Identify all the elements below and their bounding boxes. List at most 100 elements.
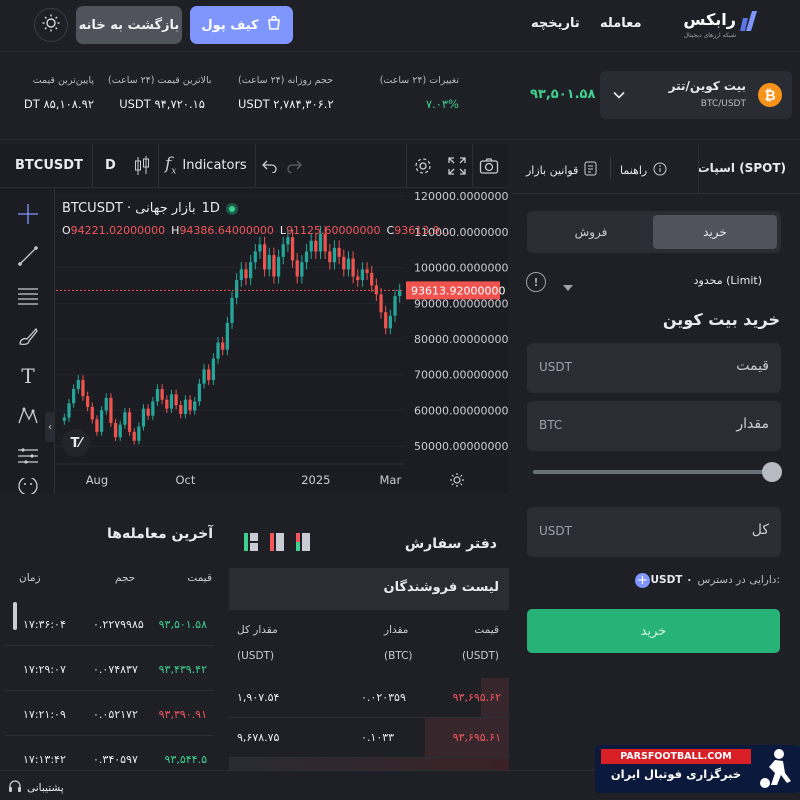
latest-trades-panel: آخرین معامله‌ها قیمت حجم زمان ۹۳,۵۰۱.۵۸ ۰… (5, 506, 225, 781)
camera-icon[interactable] (479, 156, 499, 180)
book-row[interactable]: ۹۳,۶۹۵.۶۲ ۰.۰۲۰۳۵۹ ۱,۹۰۷.۵۴ (229, 678, 509, 718)
support-label: پشتیبانی (27, 781, 64, 794)
back-home-button[interactable]: بازگشت به خانه (76, 6, 182, 44)
pair-symbol: BTC/USDT (700, 99, 746, 109)
ohlc-high: H94386.64000000 (171, 224, 274, 237)
book-row[interactable]: ۹۳,۶۹۵.۶۱ ۰.۱۰۳۳ ۹,۶۷۸.۷۵ (229, 718, 509, 758)
ohlc-low: L91125.60000000 (279, 224, 381, 237)
tab-market-rules[interactable]: قوانین بازار (526, 161, 597, 180)
brush-icon[interactable] (14, 322, 42, 350)
candle-body (62, 417, 66, 421)
order-type-select[interactable]: محدود (Limit) (694, 274, 762, 287)
deposit-plus-icon[interactable]: + (635, 573, 650, 588)
tab-spot[interactable]: اسپات (SPOT) (698, 161, 786, 175)
chart-symbol-button[interactable]: BTCUSDT (15, 158, 83, 173)
redo-icon[interactable] (286, 158, 302, 177)
candle-body (123, 412, 127, 425)
interval-button[interactable]: D (105, 158, 116, 173)
candle-body (132, 431, 136, 441)
wallet-button[interactable]: کیف پول (190, 6, 293, 44)
text-tool-icon[interactable]: T (14, 362, 42, 390)
candle-body (300, 262, 304, 277)
theme-toggle-button[interactable] (34, 8, 68, 42)
low-price-label: پایین‌ترین قیمت (32, 75, 94, 86)
book-amount: ۰.۱۰۳۳ (361, 731, 395, 744)
candle-body (290, 237, 295, 261)
sellers-title: لیست فروشندگان (383, 580, 499, 595)
candle-body (207, 369, 211, 381)
x-tick-label: Aug (86, 473, 108, 487)
candle-body (244, 269, 248, 279)
trade-tabs: اسپات (SPOT) راهنما قوانین بازار (512, 144, 800, 194)
total-field-unit: USDT (539, 524, 572, 538)
watermark-text: PARSFOOTBALL.COM (601, 749, 751, 764)
fib-levels-icon[interactable] (14, 282, 42, 310)
indicators-button[interactable]: fx Indicators (165, 154, 247, 176)
candle-body (332, 247, 337, 263)
undo-icon[interactable] (262, 158, 278, 177)
tradingview-logo-icon[interactable]: T⁄ (62, 429, 90, 457)
trade-time: ۱۷:۱۳:۴۲ (23, 753, 66, 766)
candle-body (72, 389, 76, 404)
candle-body (90, 406, 94, 420)
submit-buy-button[interactable]: خرید (527, 609, 780, 653)
sell-tab[interactable]: فروش (531, 215, 651, 249)
candle-body (197, 383, 202, 402)
crosshair-icon[interactable] (14, 200, 42, 228)
ohlc-open: O94221.02000000 (62, 224, 166, 237)
amount-slider-track[interactable] (533, 470, 765, 474)
tab-guide[interactable]: راهنما (620, 161, 667, 180)
order-info-icon[interactable]: ! (526, 272, 546, 292)
chart-settings-icon[interactable] (449, 472, 465, 492)
total-field[interactable]: کل USDT (527, 507, 781, 557)
buy-tab[interactable]: خرید (653, 215, 777, 249)
book-view-buy-icon[interactable] (296, 533, 310, 555)
book-view-both-icon[interactable] (244, 533, 258, 555)
book-view-sell-icon[interactable] (270, 533, 284, 555)
candle-body (267, 255, 271, 270)
support-link[interactable]: پشتیبانی (8, 778, 64, 797)
header-time: زمان (19, 572, 41, 584)
fullscreen-icon[interactable] (447, 156, 467, 180)
book-header-amount: مقدار (384, 624, 409, 636)
candle-body (230, 297, 234, 323)
candle-body (202, 369, 206, 384)
logo-text: رابکس (683, 10, 736, 29)
candle-body (221, 342, 225, 350)
trades-scrollbar[interactable] (13, 602, 17, 630)
pattern-icon[interactable] (14, 402, 42, 430)
book-view-toggles (244, 533, 310, 555)
candle-body (85, 396, 90, 407)
gear-icon[interactable] (413, 156, 433, 180)
emoji-icon[interactable] (14, 478, 42, 494)
toolbar-divider (158, 144, 159, 188)
ohlc-close: C93613.9... (386, 224, 451, 237)
high-price-value: USDT ۹۴,۷۲۰.۱۵ (119, 97, 205, 111)
watermark-badge: PARSFOOTBALL.COM خبرگزاری فوتبال ایران (595, 745, 800, 793)
caret-down-icon[interactable] (563, 277, 573, 296)
high-price-label: بالاترین قیمت (۲۴ ساعت) (108, 75, 212, 86)
candle-body (351, 258, 355, 277)
trend-line-icon[interactable] (14, 242, 42, 270)
tab-divider (698, 144, 699, 194)
chart-toolbar: BTCUSDT D fx Indicators (0, 144, 508, 188)
logo[interactable]: رابکس شبکه ارزهای دیجیتال (683, 10, 758, 44)
nav-trade[interactable]: معامله (600, 16, 642, 31)
candle-body (151, 401, 155, 416)
book-price: ۹۳,۶۹۵.۶۲ (452, 691, 501, 704)
ruler-icon[interactable] (14, 442, 42, 470)
price-field[interactable]: قیمت USDT (527, 343, 781, 393)
toolbar-divider (406, 144, 407, 188)
available-value: USDT ۰ (650, 574, 693, 586)
pair-selector[interactable]: بیت کوین/تتر BTC/USDT ₿ (600, 71, 792, 119)
candle-body (398, 290, 402, 297)
candles-icon[interactable] (133, 155, 151, 181)
candle-body (137, 426, 141, 441)
nav-history[interactable]: تاریخچه (531, 16, 580, 31)
book-unit-price: (USDT) (461, 650, 499, 662)
amount-slider-thumb[interactable] (762, 462, 782, 482)
amount-field[interactable]: مقدار BTC (527, 401, 781, 451)
collapse-tools-toggle[interactable]: ‹ (45, 412, 55, 442)
top-header: بازگشت به خانه کیف پول تاریخچه معامله را… (0, 0, 800, 52)
y-tick-label: 100000.00000000 (414, 262, 508, 275)
